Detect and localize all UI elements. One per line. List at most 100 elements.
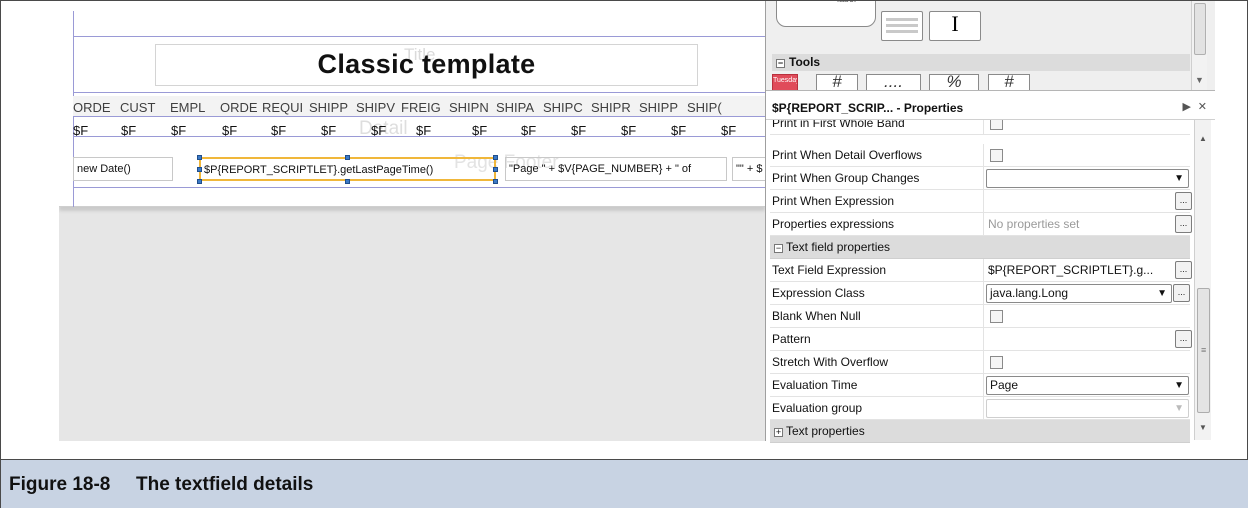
property-dropdown[interactable]: ▼ <box>986 399 1189 418</box>
section-title: Text field properties <box>786 240 891 254</box>
detail-field[interactable]: $F <box>121 123 136 138</box>
page-number-icon[interactable]: # <box>816 74 858 90</box>
palette-item-label[interactable]: label <box>776 1 876 27</box>
detail-field[interactable]: $F <box>73 123 88 138</box>
total-pages-icon[interactable]: # <box>988 74 1030 90</box>
detail-field[interactable]: $F <box>521 123 536 138</box>
scroll-down-icon[interactable]: ▼ <box>1195 75 1204 85</box>
column-header[interactable]: ORDE <box>73 100 111 115</box>
resize-handle[interactable] <box>345 179 350 184</box>
selected-textfield[interactable]: $P{REPORT_SCRIPTLET}.getLastPageTime() <box>199 157 496 181</box>
properties-scroll-thumb[interactable]: ≡ <box>1197 288 1210 413</box>
property-name: Print When Detail Overflows <box>772 148 923 162</box>
property-sheet: Print When Detail Overflows Print When G… <box>770 144 1192 443</box>
resize-handle[interactable] <box>493 155 498 160</box>
detail-field[interactable]: $F <box>371 123 386 138</box>
section-text-field-properties[interactable]: − Text field properties <box>770 236 1190 259</box>
detail-field[interactable]: $F <box>171 123 186 138</box>
column-header[interactable]: SHIPP <box>639 100 678 115</box>
property-row[interactable]: Text Field Expression $P{REPORT_SCRIPTLE… <box>770 259 1192 282</box>
expand-icon[interactable]: + <box>774 428 783 437</box>
resize-handle[interactable] <box>493 167 498 172</box>
resize-handle[interactable] <box>197 179 202 184</box>
property-row[interactable]: Stretch With Overflow <box>770 351 1190 374</box>
column-header[interactable]: REQUI <box>262 100 303 115</box>
palette-scrollbar[interactable]: ▼ <box>1191 1 1207 90</box>
property-row[interactable]: Evaluation Time Page ▼ <box>770 374 1190 397</box>
detail-field[interactable]: $F <box>321 123 336 138</box>
report-title[interactable]: Classic template <box>155 49 698 80</box>
edit-ellipsis-button[interactable]: ... <box>1175 330 1192 348</box>
component-palette: label I −Tools Tuesday # .... % # ▼ <box>766 1 1215 91</box>
static-text-icon[interactable]: I <box>929 11 981 41</box>
detail-field[interactable]: $F <box>671 123 686 138</box>
detail-field[interactable]: $F <box>472 123 487 138</box>
column-header[interactable]: SHIPP <box>309 100 348 115</box>
collapse-icon[interactable]: − <box>774 244 783 253</box>
percentage-icon[interactable]: % <box>929 74 979 90</box>
report-designer-canvas[interactable]: Title Classic template ORDE CUST EMPL OR… <box>59 11 765 441</box>
resize-handle[interactable] <box>493 179 498 184</box>
edit-ellipsis-button[interactable]: ... <box>1175 215 1192 233</box>
total-pages-textfield[interactable]: "" + $ <box>732 157 765 181</box>
column-header[interactable]: SHIPN <box>449 100 489 115</box>
grip-icon: ≡ <box>1201 345 1207 355</box>
column-header[interactable]: FREIG <box>401 100 441 115</box>
detail-field[interactable]: $F <box>222 123 237 138</box>
maximize-icon[interactable]: ▶ <box>1183 100 1191 113</box>
column-header[interactable]: SHIPR <box>591 100 631 115</box>
property-checkbox[interactable] <box>990 356 1003 369</box>
resize-handle[interactable] <box>197 155 202 160</box>
property-row[interactable]: Expression Class java.lang.Long ▼ ... <box>770 282 1190 305</box>
property-checkbox[interactable] <box>990 120 1003 130</box>
property-row[interactable]: Evaluation group ▼ <box>770 397 1190 420</box>
list-icon[interactable] <box>881 11 923 41</box>
property-row[interactable]: Properties expressions No properties set… <box>770 213 1192 236</box>
property-row[interactable]: Print When Detail Overflows <box>770 144 1190 167</box>
scroll-down-icon[interactable]: ▼ <box>1199 423 1207 432</box>
property-name: Print in First Whole Band <box>772 120 905 130</box>
date-textfield[interactable]: new Date() <box>73 157 173 181</box>
edit-ellipsis-button[interactable]: ... <box>1175 192 1192 210</box>
tools-section-header[interactable]: − Tools <box>772 54 1190 71</box>
property-dropdown[interactable]: Page ▼ <box>986 376 1189 395</box>
scroll-up-icon[interactable]: ▲ <box>1199 134 1207 143</box>
chevron-down-icon: ▼ <box>1174 380 1184 391</box>
property-name: Pattern <box>772 332 811 346</box>
property-row[interactable]: Print When Expression ... <box>770 190 1192 213</box>
column-header[interactable]: ORDE <box>220 100 258 115</box>
resize-handle[interactable] <box>345 155 350 160</box>
column-header[interactable]: SHIPV <box>356 100 395 115</box>
edit-ellipsis-button[interactable]: ... <box>1173 284 1190 302</box>
section-text-properties[interactable]: + Text properties <box>770 420 1190 443</box>
tools-title: Tools <box>789 55 821 69</box>
detail-field[interactable]: $F <box>416 123 431 138</box>
property-checkbox[interactable] <box>990 310 1003 323</box>
property-row[interactable]: Print When Group Changes ▼ <box>770 167 1190 190</box>
column-header[interactable]: SHIPA <box>496 100 534 115</box>
property-row-partial[interactable]: Print in First Whole Band <box>770 120 1190 143</box>
property-row[interactable]: Pattern ... <box>770 328 1192 351</box>
property-name: Print When Expression <box>772 194 895 208</box>
column-header[interactable]: EMPL <box>170 100 205 115</box>
properties-title: $P{REPORT_SCRIP... - Properties <box>772 101 964 115</box>
detail-field[interactable]: $F <box>621 123 636 138</box>
close-icon[interactable]: ✕ <box>1198 100 1207 113</box>
edit-ellipsis-button[interactable]: ... <box>1175 261 1192 279</box>
property-dropdown[interactable]: java.lang.Long ▼ <box>986 284 1172 303</box>
page-number-textfield[interactable]: "Page " + $V{PAGE_NUMBER} + " of <box>505 157 727 181</box>
property-dropdown[interactable]: ▼ <box>986 169 1189 188</box>
calendar-icon[interactable]: Tuesday <box>772 74 798 90</box>
page-x-of-y-icon[interactable]: .... <box>866 74 921 90</box>
palette-scroll-thumb[interactable] <box>1194 3 1206 55</box>
property-row[interactable]: Blank When Null <box>770 305 1190 328</box>
column-header[interactable]: CUST <box>120 100 155 115</box>
properties-scrollbar[interactable]: ▲ ≡ ▼ <box>1194 120 1211 440</box>
column-header[interactable]: SHIP( <box>687 100 722 115</box>
column-header[interactable]: SHIPC <box>543 100 583 115</box>
detail-field[interactable]: $F <box>571 123 586 138</box>
detail-field[interactable]: $F <box>271 123 286 138</box>
detail-field[interactable]: $F <box>721 123 736 138</box>
property-checkbox[interactable] <box>990 149 1003 162</box>
resize-handle[interactable] <box>197 167 202 172</box>
